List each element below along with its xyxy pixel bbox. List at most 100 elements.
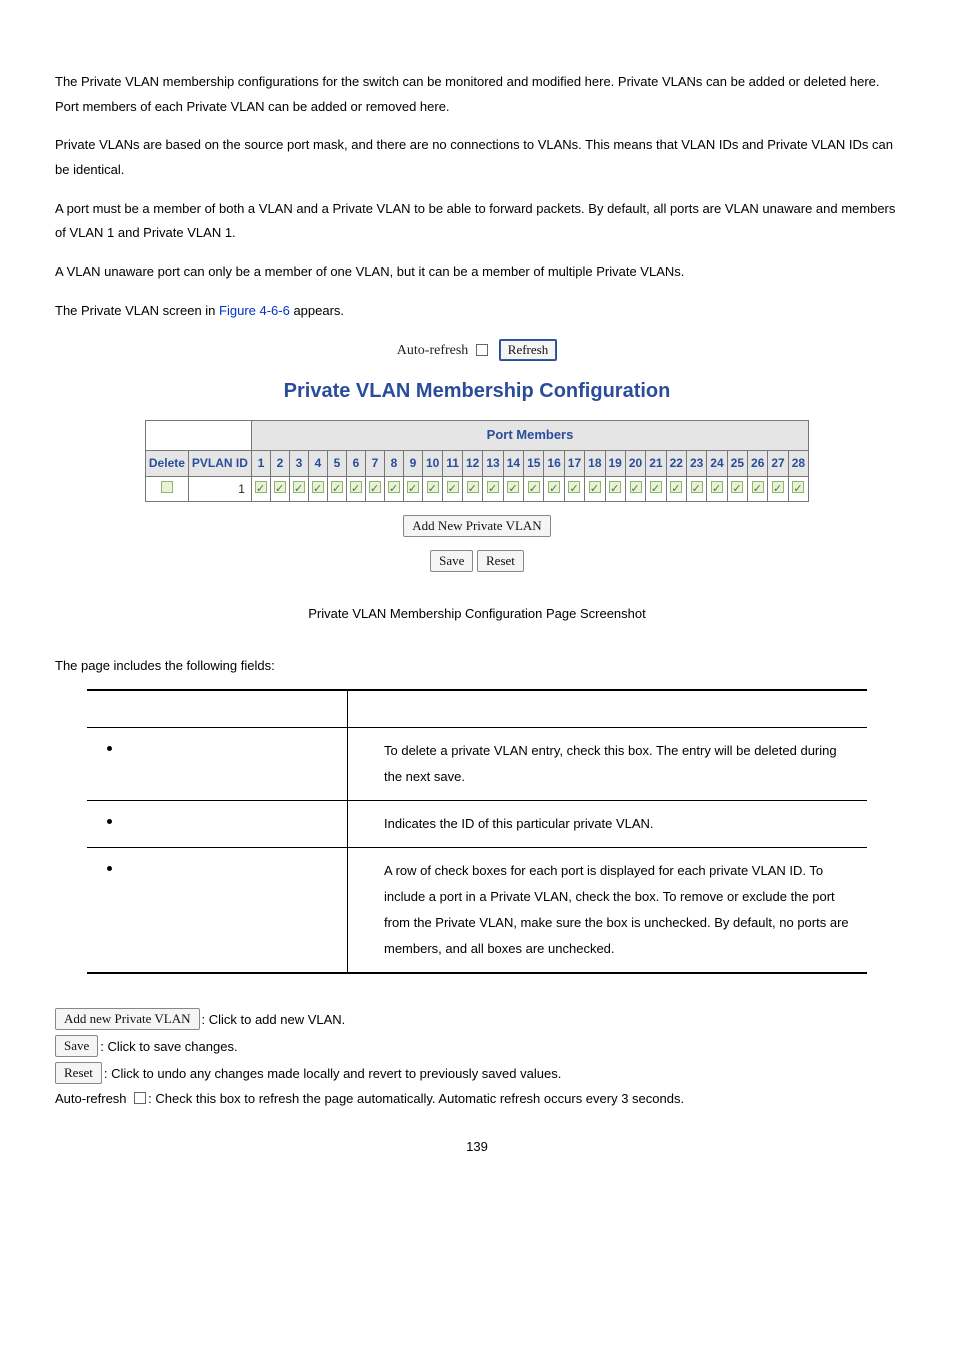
port-checkbox[interactable] <box>711 481 723 493</box>
field-object <box>87 801 348 848</box>
port-checkbox[interactable] <box>407 481 419 493</box>
port-col: 21 <box>646 450 666 476</box>
port-checkbox[interactable] <box>609 481 621 493</box>
port-col: 20 <box>625 450 645 476</box>
port-checkbox[interactable] <box>427 481 439 493</box>
figure-caption: Private VLAN Membership Configuration Pa… <box>55 602 899 627</box>
port-checkbox[interactable] <box>589 481 601 493</box>
port-col: 1 <box>251 450 270 476</box>
port-checkbox[interactable] <box>752 481 764 493</box>
port-col: 24 <box>707 450 727 476</box>
toolbelt: Auto-refresh Refresh <box>55 338 899 365</box>
port-col: 6 <box>346 450 365 476</box>
legend-save-button[interactable]: Save <box>55 1035 98 1057</box>
intro-paragraph: The Private VLAN screen in Figure 4-6-6 … <box>55 299 899 324</box>
figure-link[interactable]: Figure 4-6-6 <box>219 303 290 318</box>
intro-paragraph: A VLAN unaware port can only be a member… <box>55 260 899 285</box>
port-checkbox[interactable] <box>630 481 642 493</box>
port-checkbox[interactable] <box>792 481 804 493</box>
pvlanid-value: 1 <box>188 476 251 502</box>
section-title: Private VLAN Membership Configuration <box>55 372 899 410</box>
port-checkbox[interactable] <box>568 481 580 493</box>
port-col: 15 <box>524 450 544 476</box>
port-checkbox[interactable] <box>528 481 540 493</box>
port-checkbox[interactable] <box>274 481 286 493</box>
intro-paragraph: A port must be a member of both a VLAN a… <box>55 197 899 246</box>
port-checkbox[interactable] <box>487 481 499 493</box>
port-checkbox[interactable] <box>312 481 324 493</box>
auto-refresh-label: Auto-refresh <box>397 343 469 358</box>
port-col: 18 <box>585 450 605 476</box>
port-checkbox[interactable] <box>331 481 343 493</box>
auto-refresh-checkbox[interactable] <box>476 344 488 356</box>
field-object <box>87 848 348 974</box>
field-description: A row of check boxes for each port is di… <box>348 848 868 974</box>
intro-paragraph: Private VLANs are based on the source po… <box>55 133 899 182</box>
port-checkbox[interactable] <box>350 481 362 493</box>
port-col: 22 <box>666 450 686 476</box>
field-object <box>87 728 348 801</box>
port-col: 11 <box>443 450 463 476</box>
port-col: 10 <box>422 450 442 476</box>
port-checkbox[interactable] <box>507 481 519 493</box>
reset-button[interactable]: Reset <box>477 550 524 572</box>
col-delete: Delete <box>145 450 188 476</box>
legend-text: : Click to add new VLAN. <box>202 1012 346 1027</box>
port-checkbox[interactable] <box>731 481 743 493</box>
port-col: 3 <box>289 450 308 476</box>
legend-ar-checkbox-icon <box>134 1092 146 1104</box>
field-description: Indicates the ID of this particular priv… <box>348 801 868 848</box>
port-checkbox[interactable] <box>548 481 560 493</box>
port-col: 12 <box>462 450 482 476</box>
port-col: 14 <box>503 450 523 476</box>
legend-add-button[interactable]: Add new Private VLAN <box>55 1008 200 1030</box>
port-checkbox[interactable] <box>467 481 479 493</box>
bullet-icon <box>107 866 112 871</box>
port-checkbox[interactable] <box>388 481 400 493</box>
intro-paragraph: The Private VLAN membership configuratio… <box>55 70 899 119</box>
port-col: 13 <box>483 450 503 476</box>
legend-text: : Click to undo any changes made locally… <box>104 1066 561 1081</box>
bullet-icon <box>107 746 112 751</box>
port-col: 23 <box>686 450 706 476</box>
legend-reset-button[interactable]: Reset <box>55 1062 102 1084</box>
intro-text: The Private VLAN screen in <box>55 303 219 318</box>
port-checkbox[interactable] <box>650 481 662 493</box>
port-col: 25 <box>727 450 747 476</box>
save-button[interactable]: Save <box>430 550 473 572</box>
port-col: 5 <box>327 450 346 476</box>
port-col: 7 <box>365 450 384 476</box>
port-col: 8 <box>384 450 403 476</box>
bullet-icon <box>107 819 112 824</box>
field-description: To delete a private VLAN entry, check th… <box>348 728 868 801</box>
port-members-header: Port Members <box>251 421 808 451</box>
legend-ar-label: Auto-refresh <box>55 1091 127 1106</box>
pvlan-table: Port Members Delete PVLAN ID 1 2 3 4 5 6… <box>145 420 809 502</box>
legend-text: : Check this box to refresh the page aut… <box>148 1091 684 1106</box>
col-pvlanid: PVLAN ID <box>188 450 251 476</box>
port-col: 26 <box>748 450 768 476</box>
port-checkbox[interactable] <box>691 481 703 493</box>
refresh-button[interactable]: Refresh <box>499 339 557 361</box>
port-col: 2 <box>270 450 289 476</box>
port-checkbox[interactable] <box>293 481 305 493</box>
port-checkbox[interactable] <box>369 481 381 493</box>
port-checkbox[interactable] <box>255 481 267 493</box>
port-col: 16 <box>544 450 564 476</box>
port-col: 9 <box>403 450 422 476</box>
legend-text: : Click to save changes. <box>100 1039 237 1054</box>
port-checkbox[interactable] <box>772 481 784 493</box>
port-col: 19 <box>605 450 625 476</box>
legend: Add new Private VLAN: Click to add new V… <box>55 1008 899 1109</box>
port-checkbox[interactable] <box>447 481 459 493</box>
port-col: 17 <box>564 450 584 476</box>
port-col: 28 <box>788 450 808 476</box>
fields-table: To delete a private VLAN entry, check th… <box>87 689 867 974</box>
port-checkbox[interactable] <box>670 481 682 493</box>
add-new-pvlan-button[interactable]: Add New Private VLAN <box>403 515 550 537</box>
intro-text: appears. <box>290 303 344 318</box>
fields-intro: The page includes the following fields: <box>55 654 899 679</box>
port-col: 27 <box>768 450 788 476</box>
delete-checkbox[interactable] <box>161 481 173 493</box>
port-col: 4 <box>308 450 327 476</box>
